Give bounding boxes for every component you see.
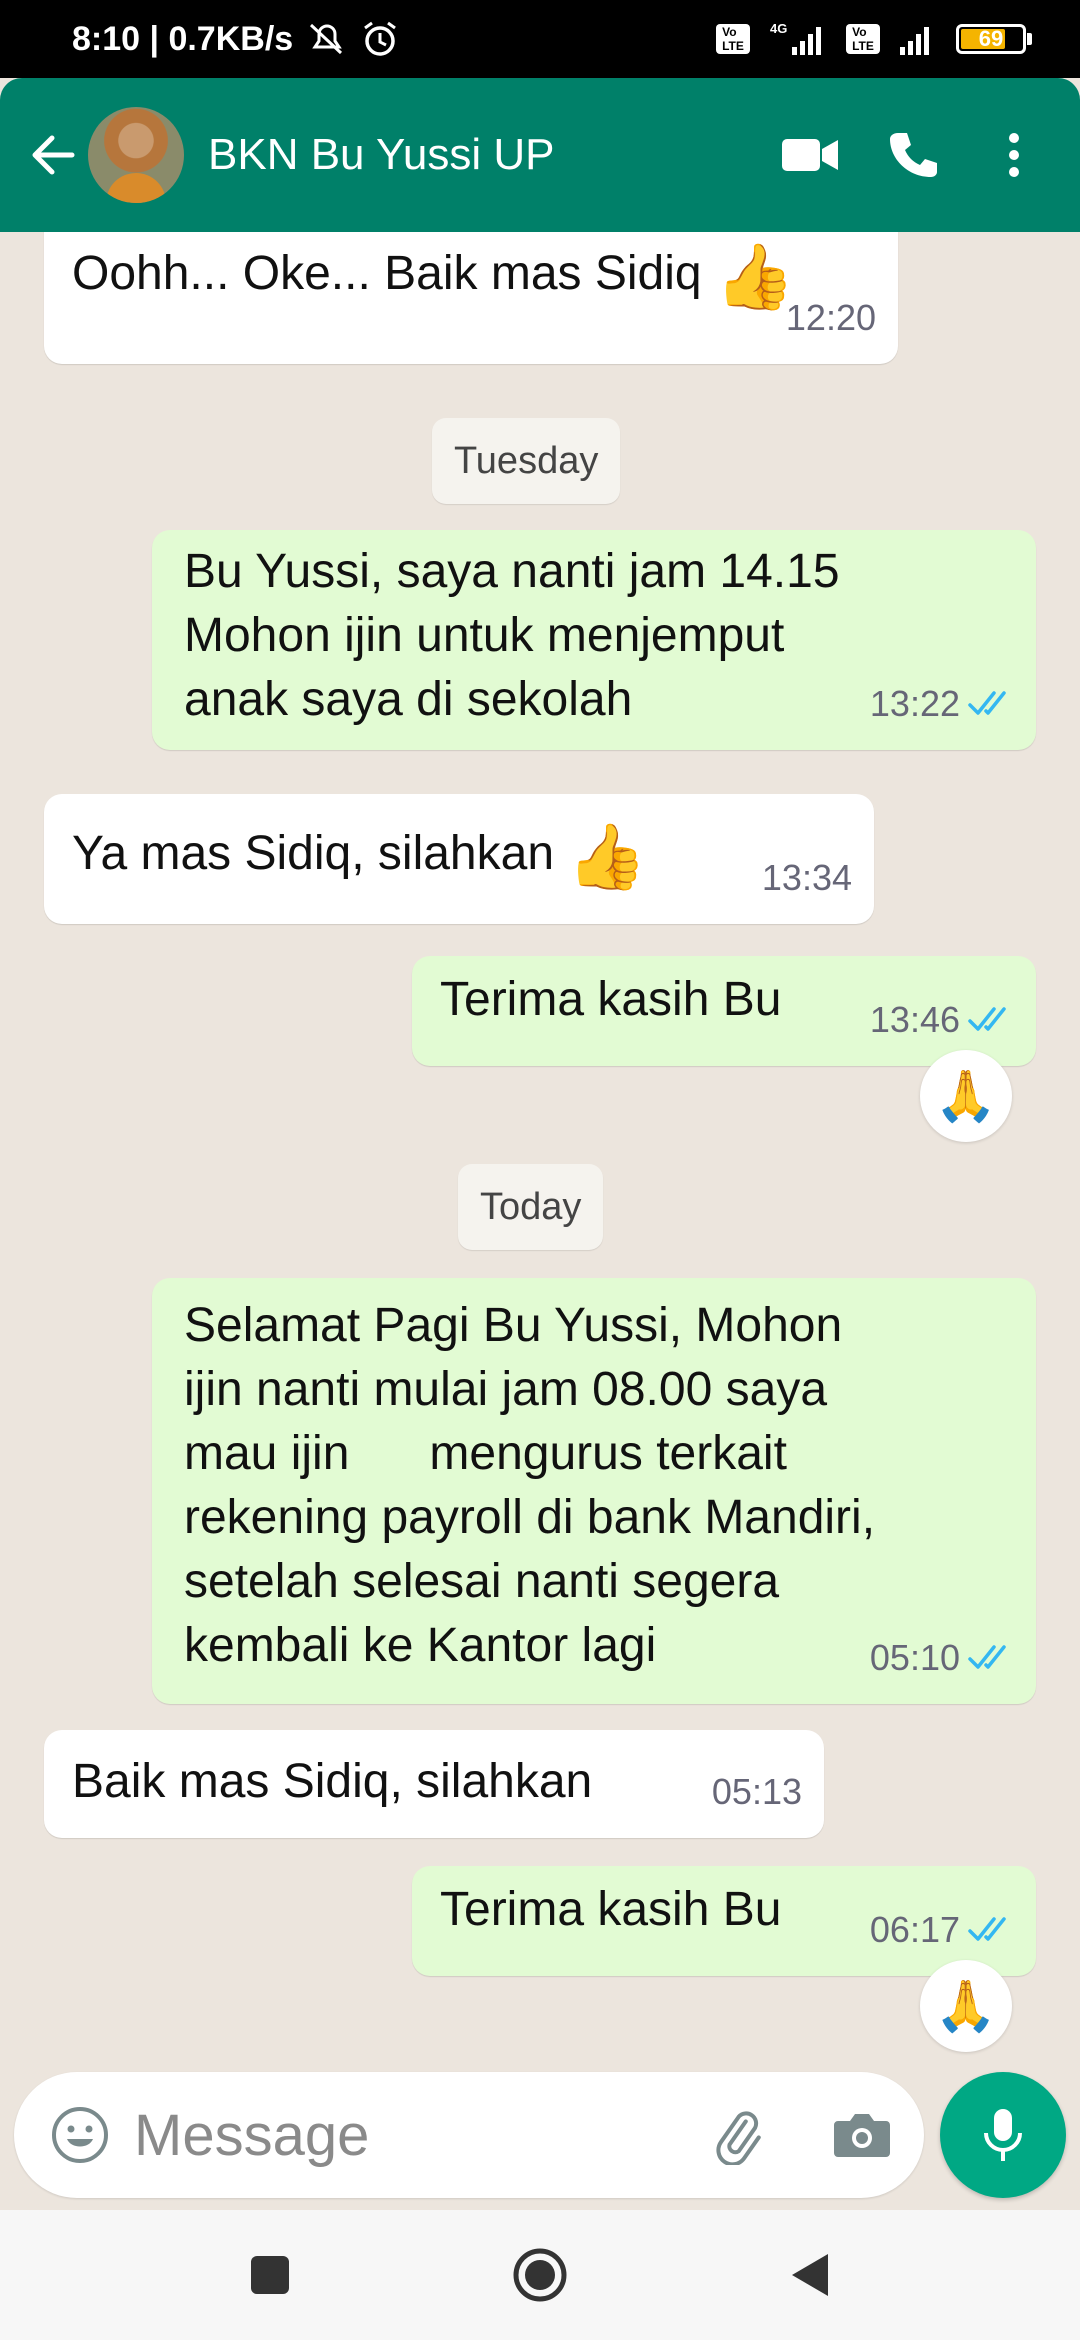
avatar[interactable] xyxy=(88,107,184,203)
message-time: 06:17 xyxy=(869,1909,960,1950)
message-time: 12:20 xyxy=(785,297,876,338)
svg-text:4G: 4G xyxy=(770,21,787,36)
back-triangle-icon xyxy=(792,2254,828,2296)
thumbs-up-emoji: 👍 xyxy=(567,820,648,893)
attach-icon xyxy=(716,2111,761,2165)
alarm-icon xyxy=(361,20,399,58)
status-time: 8:10 | 0.7KB/s xyxy=(72,19,294,58)
header-actions xyxy=(774,115,1050,195)
message-time: 13:22 xyxy=(869,683,960,724)
chat-title[interactable]: BKN Bu Yussi UP xyxy=(208,130,774,180)
thumbs-up-emoji: 👍 xyxy=(714,240,795,313)
battery-level: 69 xyxy=(978,26,1004,51)
more-options-button[interactable] xyxy=(978,115,1050,195)
day-divider-tuesday: Tuesday xyxy=(432,418,621,504)
reaction-pray-emoji[interactable]: 🙏 xyxy=(920,1050,1012,1142)
message-outgoing[interactable]: Terima kasih Bu 06:17 xyxy=(412,1866,1036,1976)
message-outgoing[interactable]: Terima kasih Bu 13:46 xyxy=(412,956,1036,1066)
back-button[interactable] xyxy=(18,115,88,195)
message-outgoing[interactable]: Bu Yussi, saya nanti jam 14.15 Mohon iji… xyxy=(152,530,1036,750)
emoji-button[interactable] xyxy=(40,2095,120,2175)
phone-call-icon xyxy=(890,133,937,177)
message-time: 05:10 xyxy=(869,1637,960,1678)
message-text: Oohh... Oke... Baik mas Sidiq xyxy=(72,247,702,300)
back-arrow-icon xyxy=(32,135,75,175)
emoji-icon xyxy=(52,2107,108,2163)
home-button[interactable] xyxy=(500,2235,580,2315)
message-text: Baik mas Sidiq, silahkan xyxy=(72,1755,593,1808)
message-incoming[interactable]: Baik mas Sidiq, silahkan 05:13 xyxy=(44,1730,824,1838)
chat-header: BKN Bu Yussi UP xyxy=(0,78,1080,232)
voice-call-button[interactable] xyxy=(876,115,948,195)
system-nav-bar xyxy=(0,2210,1080,2340)
signal-icon xyxy=(898,21,938,57)
video-call-button[interactable] xyxy=(774,115,846,195)
read-ticks-icon xyxy=(968,689,1014,719)
status-left: 8:10 | 0.7KB/s xyxy=(72,20,399,59)
message-time: 05:13 xyxy=(711,1771,802,1812)
back-nav-button[interactable] xyxy=(770,2235,850,2315)
status-right: Vo LTE 4G Vo LTE 69 xyxy=(716,21,1032,57)
reaction-pray-emoji[interactable]: 🙏 xyxy=(920,1960,1012,2052)
read-ticks-icon xyxy=(968,1643,1014,1673)
message-time: 13:34 xyxy=(761,857,852,898)
message-outgoing[interactable]: Selamat Pagi Bu Yussi, Mohon ijin nanti … xyxy=(152,1278,1036,1704)
recents-icon xyxy=(251,2256,289,2294)
message-text: Selamat Pagi Bu Yussi, Mohon ijin nanti … xyxy=(184,1299,876,1672)
day-divider-today: Today xyxy=(458,1164,604,1250)
mute-icon xyxy=(307,21,347,57)
more-vert-icon xyxy=(1009,133,1019,177)
status-bar: 8:10 | 0.7KB/s Vo LTE 4G Vo LTE 69 xyxy=(0,0,1080,78)
chat-area[interactable]: Oohh... Oke... Baik mas Sidiq 👍 12:20 Tu… xyxy=(0,232,1080,2062)
volte-icon-2: Vo LTE xyxy=(846,24,880,54)
battery-icon: 69 xyxy=(956,24,1032,54)
message-time: 13:46 xyxy=(869,999,960,1040)
message-placeholder[interactable]: Message xyxy=(134,2102,698,2169)
message-input[interactable]: Message xyxy=(14,2072,924,2198)
read-ticks-icon xyxy=(968,1005,1014,1035)
volte-icon: Vo LTE xyxy=(716,24,750,54)
composer: Message xyxy=(0,2062,1080,2210)
voice-message-button[interactable] xyxy=(940,2072,1066,2198)
camera-button[interactable] xyxy=(822,2095,902,2175)
recents-button[interactable] xyxy=(230,2235,310,2315)
signal-4g-icon: 4G xyxy=(768,21,828,57)
read-ticks-icon xyxy=(968,1915,1014,1945)
mic-icon xyxy=(984,2109,1022,2161)
message-incoming[interactable]: Ya mas Sidiq, silahkan 👍 13:34 xyxy=(44,794,874,924)
attach-button[interactable] xyxy=(698,2095,778,2175)
home-icon xyxy=(513,2248,567,2302)
camera-icon xyxy=(834,2114,890,2157)
video-call-icon xyxy=(782,139,838,171)
message-incoming[interactable]: Oohh... Oke... Baik mas Sidiq 👍 12:20 xyxy=(44,232,898,364)
message-text: Ya mas Sidiq, silahkan xyxy=(72,827,555,880)
